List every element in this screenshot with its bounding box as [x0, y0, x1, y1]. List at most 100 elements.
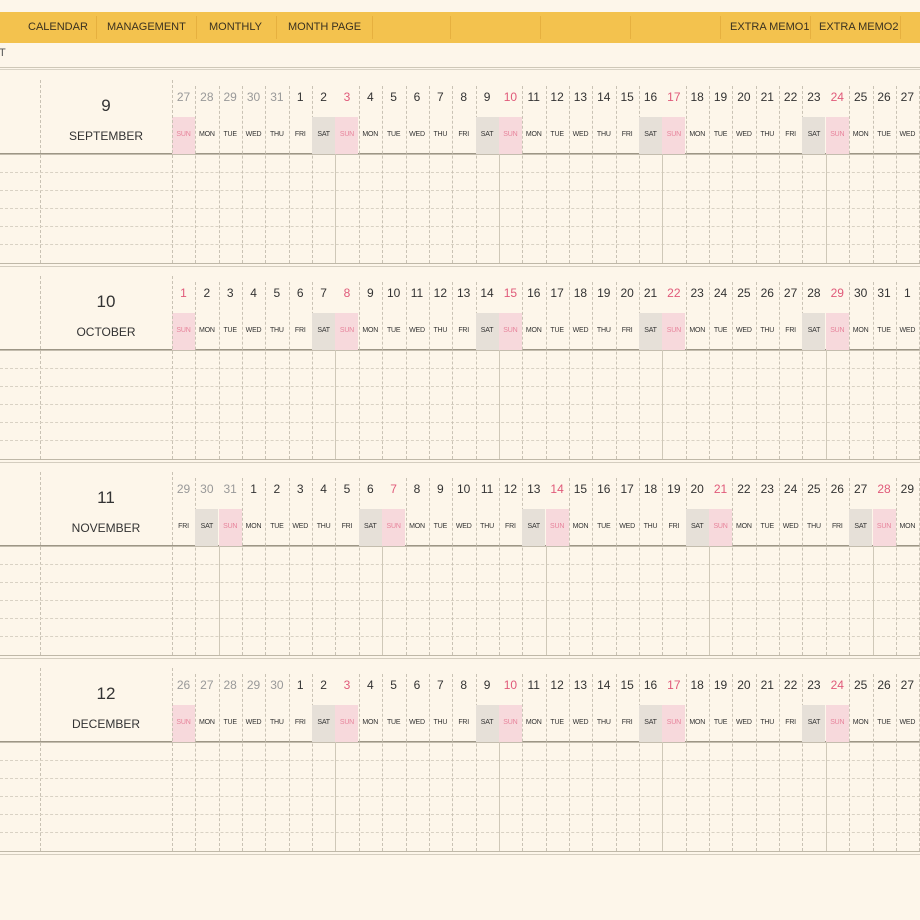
day-number[interactable]: 17 — [662, 90, 685, 104]
day-number[interactable]: 13 — [569, 90, 592, 104]
day-number[interactable]: 1 — [289, 678, 312, 692]
day-number[interactable]: 8 — [335, 286, 358, 300]
day-number[interactable]: 25 — [849, 678, 872, 692]
day-number[interactable]: 26 — [873, 678, 896, 692]
day-number[interactable]: 24 — [709, 286, 732, 300]
day-number[interactable]: 18 — [686, 678, 709, 692]
day-number[interactable]: 14 — [592, 90, 615, 104]
day-number[interactable]: 14 — [476, 286, 499, 300]
day-number[interactable]: 26 — [826, 482, 849, 496]
day-number[interactable]: 29 — [172, 482, 195, 496]
day-number[interactable]: 16 — [592, 482, 615, 496]
day-number[interactable]: 15 — [616, 678, 639, 692]
day-number[interactable]: 2 — [312, 90, 335, 104]
day-number[interactable]: 8 — [406, 482, 429, 496]
day-number[interactable]: 23 — [756, 482, 779, 496]
day-number[interactable]: 24 — [826, 678, 849, 692]
day-number[interactable]: 3 — [289, 482, 312, 496]
day-number[interactable]: 28 — [195, 90, 218, 104]
day-number[interactable]: 27 — [172, 90, 195, 104]
day-number[interactable]: 23 — [686, 286, 709, 300]
day-number[interactable]: 1 — [289, 90, 312, 104]
day-number[interactable]: 1 — [242, 482, 265, 496]
day-number[interactable]: 3 — [335, 678, 358, 692]
day-number[interactable]: 25 — [849, 90, 872, 104]
day-number[interactable]: 21 — [756, 678, 779, 692]
day-number[interactable]: 31 — [873, 286, 896, 300]
day-number[interactable]: 6 — [289, 286, 312, 300]
day-number[interactable]: 21 — [709, 482, 732, 496]
tab-month-page[interactable]: MONTH PAGE — [288, 12, 361, 43]
day-number[interactable]: 8 — [452, 90, 475, 104]
day-number[interactable]: 20 — [732, 90, 755, 104]
day-number[interactable]: 19 — [662, 482, 685, 496]
tab-extra-memo1[interactable]: EXTRA MEMO1 — [730, 12, 809, 43]
day-number[interactable]: 6 — [406, 678, 429, 692]
day-number[interactable]: 2 — [195, 286, 218, 300]
day-number[interactable]: 19 — [709, 90, 732, 104]
day-number[interactable]: 29 — [242, 678, 265, 692]
day-number[interactable]: 28 — [873, 482, 896, 496]
day-number[interactable]: 11 — [406, 286, 429, 300]
day-number[interactable]: 10 — [382, 286, 405, 300]
day-number[interactable]: 17 — [616, 482, 639, 496]
day-number[interactable]: 30 — [195, 482, 218, 496]
day-number[interactable]: 28 — [219, 678, 242, 692]
day-number[interactable]: 29 — [219, 90, 242, 104]
day-number[interactable]: 20 — [616, 286, 639, 300]
day-number[interactable]: 29 — [896, 482, 919, 496]
day-number[interactable]: 25 — [802, 482, 825, 496]
day-number[interactable]: 13 — [569, 678, 592, 692]
day-number[interactable]: 13 — [522, 482, 545, 496]
day-number[interactable]: 9 — [476, 678, 499, 692]
day-number[interactable]: 14 — [546, 482, 569, 496]
day-number[interactable]: 16 — [522, 286, 545, 300]
day-number[interactable]: 30 — [849, 286, 872, 300]
day-number[interactable]: 18 — [569, 286, 592, 300]
tab-extra-memo2[interactable]: EXTRA MEMO2 — [819, 12, 898, 43]
day-number[interactable]: 22 — [732, 482, 755, 496]
day-number[interactable]: 22 — [779, 90, 802, 104]
day-number[interactable]: 19 — [592, 286, 615, 300]
day-number[interactable]: 12 — [499, 482, 522, 496]
day-number[interactable]: 9 — [359, 286, 382, 300]
day-number[interactable]: 17 — [662, 678, 685, 692]
day-number[interactable]: 27 — [896, 678, 919, 692]
day-number[interactable]: 8 — [452, 678, 475, 692]
day-number[interactable]: 24 — [826, 90, 849, 104]
day-number[interactable]: 10 — [452, 482, 475, 496]
day-number[interactable]: 26 — [172, 678, 195, 692]
day-number[interactable]: 23 — [802, 678, 825, 692]
day-number[interactable]: 4 — [359, 90, 382, 104]
day-number[interactable]: 12 — [429, 286, 452, 300]
day-number[interactable]: 23 — [802, 90, 825, 104]
day-number[interactable]: 7 — [429, 678, 452, 692]
day-number[interactable]: 31 — [219, 482, 242, 496]
day-number[interactable]: 5 — [382, 678, 405, 692]
day-number[interactable]: 7 — [312, 286, 335, 300]
day-number[interactable]: 4 — [312, 482, 335, 496]
day-number[interactable]: 11 — [522, 90, 545, 104]
day-number[interactable]: 21 — [756, 90, 779, 104]
day-number[interactable]: 2 — [312, 678, 335, 692]
day-number[interactable]: 6 — [359, 482, 382, 496]
day-number[interactable]: 26 — [756, 286, 779, 300]
day-number[interactable]: 27 — [896, 90, 919, 104]
day-number[interactable]: 25 — [732, 286, 755, 300]
day-number[interactable]: 29 — [826, 286, 849, 300]
day-number[interactable]: 18 — [639, 482, 662, 496]
day-number[interactable]: 9 — [476, 90, 499, 104]
day-number[interactable]: 4 — [242, 286, 265, 300]
day-number[interactable]: 30 — [242, 90, 265, 104]
day-number[interactable]: 1 — [172, 286, 195, 300]
day-number[interactable]: 10 — [499, 90, 522, 104]
day-number[interactable]: 24 — [779, 482, 802, 496]
day-number[interactable]: 1 — [896, 286, 919, 300]
day-number[interactable]: 3 — [219, 286, 242, 300]
day-number[interactable]: 18 — [686, 90, 709, 104]
day-number[interactable]: 15 — [569, 482, 592, 496]
tab-monthly[interactable]: MONTHLY — [209, 12, 262, 43]
day-number[interactable]: 5 — [382, 90, 405, 104]
day-number[interactable]: 11 — [522, 678, 545, 692]
day-number[interactable]: 31 — [265, 90, 288, 104]
